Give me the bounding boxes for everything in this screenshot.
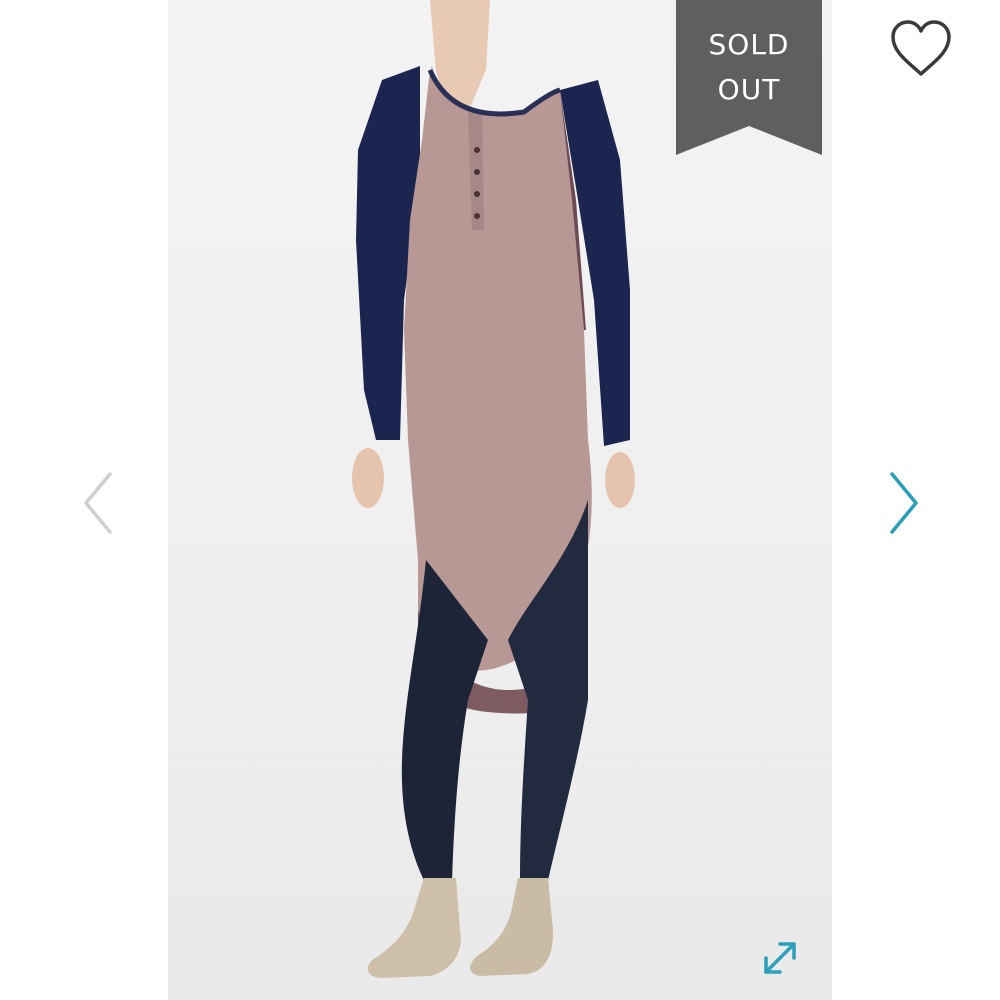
product-image-viewer: SOLD OUT bbox=[0, 0, 1000, 1000]
heart-outline-icon[interactable] bbox=[888, 18, 954, 80]
sold-out-label: SOLD OUT bbox=[676, 22, 822, 112]
sold-out-badge: SOLD OUT bbox=[676, 0, 822, 155]
expand-arrows-icon[interactable] bbox=[756, 934, 804, 982]
chevron-right-icon[interactable] bbox=[880, 468, 926, 538]
sold-out-line-2: OUT bbox=[717, 73, 781, 106]
chevron-left-icon[interactable] bbox=[76, 468, 122, 538]
sold-out-line-1: SOLD bbox=[708, 28, 790, 61]
